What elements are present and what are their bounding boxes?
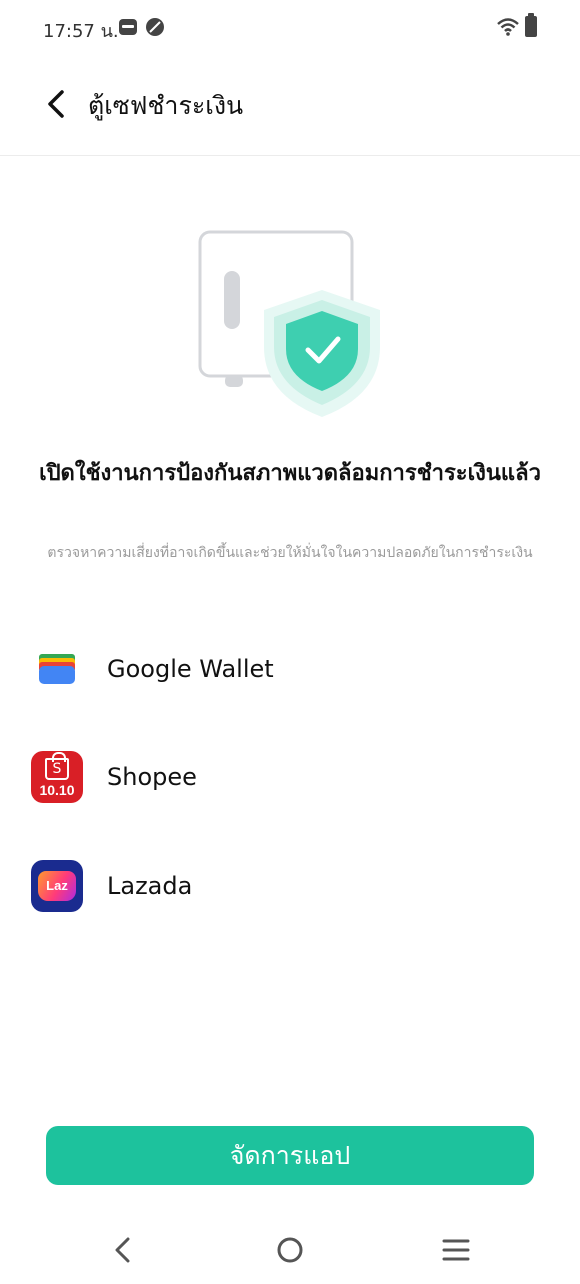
app-name: Google Wallet [107, 655, 274, 683]
lazada-badge: Laz [38, 871, 76, 901]
shopee-bag-icon: S [45, 752, 69, 780]
safe-with-shield-check-icon [198, 230, 380, 417]
list-item-google-wallet: Google Wallet [0, 615, 580, 723]
back-button[interactable] [36, 84, 76, 124]
protection-enabled-headline: เปิดใช้งานการป้องกันสภาพแวดล้อมการชำระเง… [39, 461, 541, 486]
nav-home-icon[interactable] [276, 1236, 304, 1264]
list-item-shopee: S 10.10 Shopee [0, 723, 580, 831]
nav-back-icon[interactable] [108, 1235, 138, 1265]
chevron-left-icon [48, 90, 64, 118]
navigation-bar [0, 1215, 580, 1284]
payment-safe-screen: 17:57 น. ตู้เซฟชำระเงิน เปิดใช้งานการป้อ… [0, 0, 580, 1284]
leaf-icon [146, 18, 164, 36]
page-title: ตู้เซฟชำระเงิน [88, 91, 244, 120]
shopee-icon: S 10.10 [31, 751, 83, 803]
nav-menu-icon[interactable] [441, 1238, 471, 1262]
app-name: Shopee [107, 763, 197, 791]
vivo-icon [119, 19, 137, 35]
status-time: 17:57 น. [43, 21, 119, 42]
shopee-badge: 10.10 [39, 782, 75, 798]
app-name: Lazada [107, 872, 193, 900]
wifi-icon [497, 18, 519, 36]
header: ตู้เซฟชำระเงิน [0, 56, 580, 156]
manage-apps-button[interactable]: จัดการแอป [46, 1126, 534, 1185]
lazada-icon: Laz [31, 860, 83, 912]
protection-description: ตรวจหาความเสี่ยงที่อาจเกิดขึ้นและช่วยให้… [47, 545, 533, 561]
battery-icon [525, 13, 537, 37]
status-bar: 17:57 น. [0, 0, 580, 56]
google-wallet-icon [39, 654, 75, 684]
list-item-lazada: Laz Lazada [0, 832, 580, 940]
